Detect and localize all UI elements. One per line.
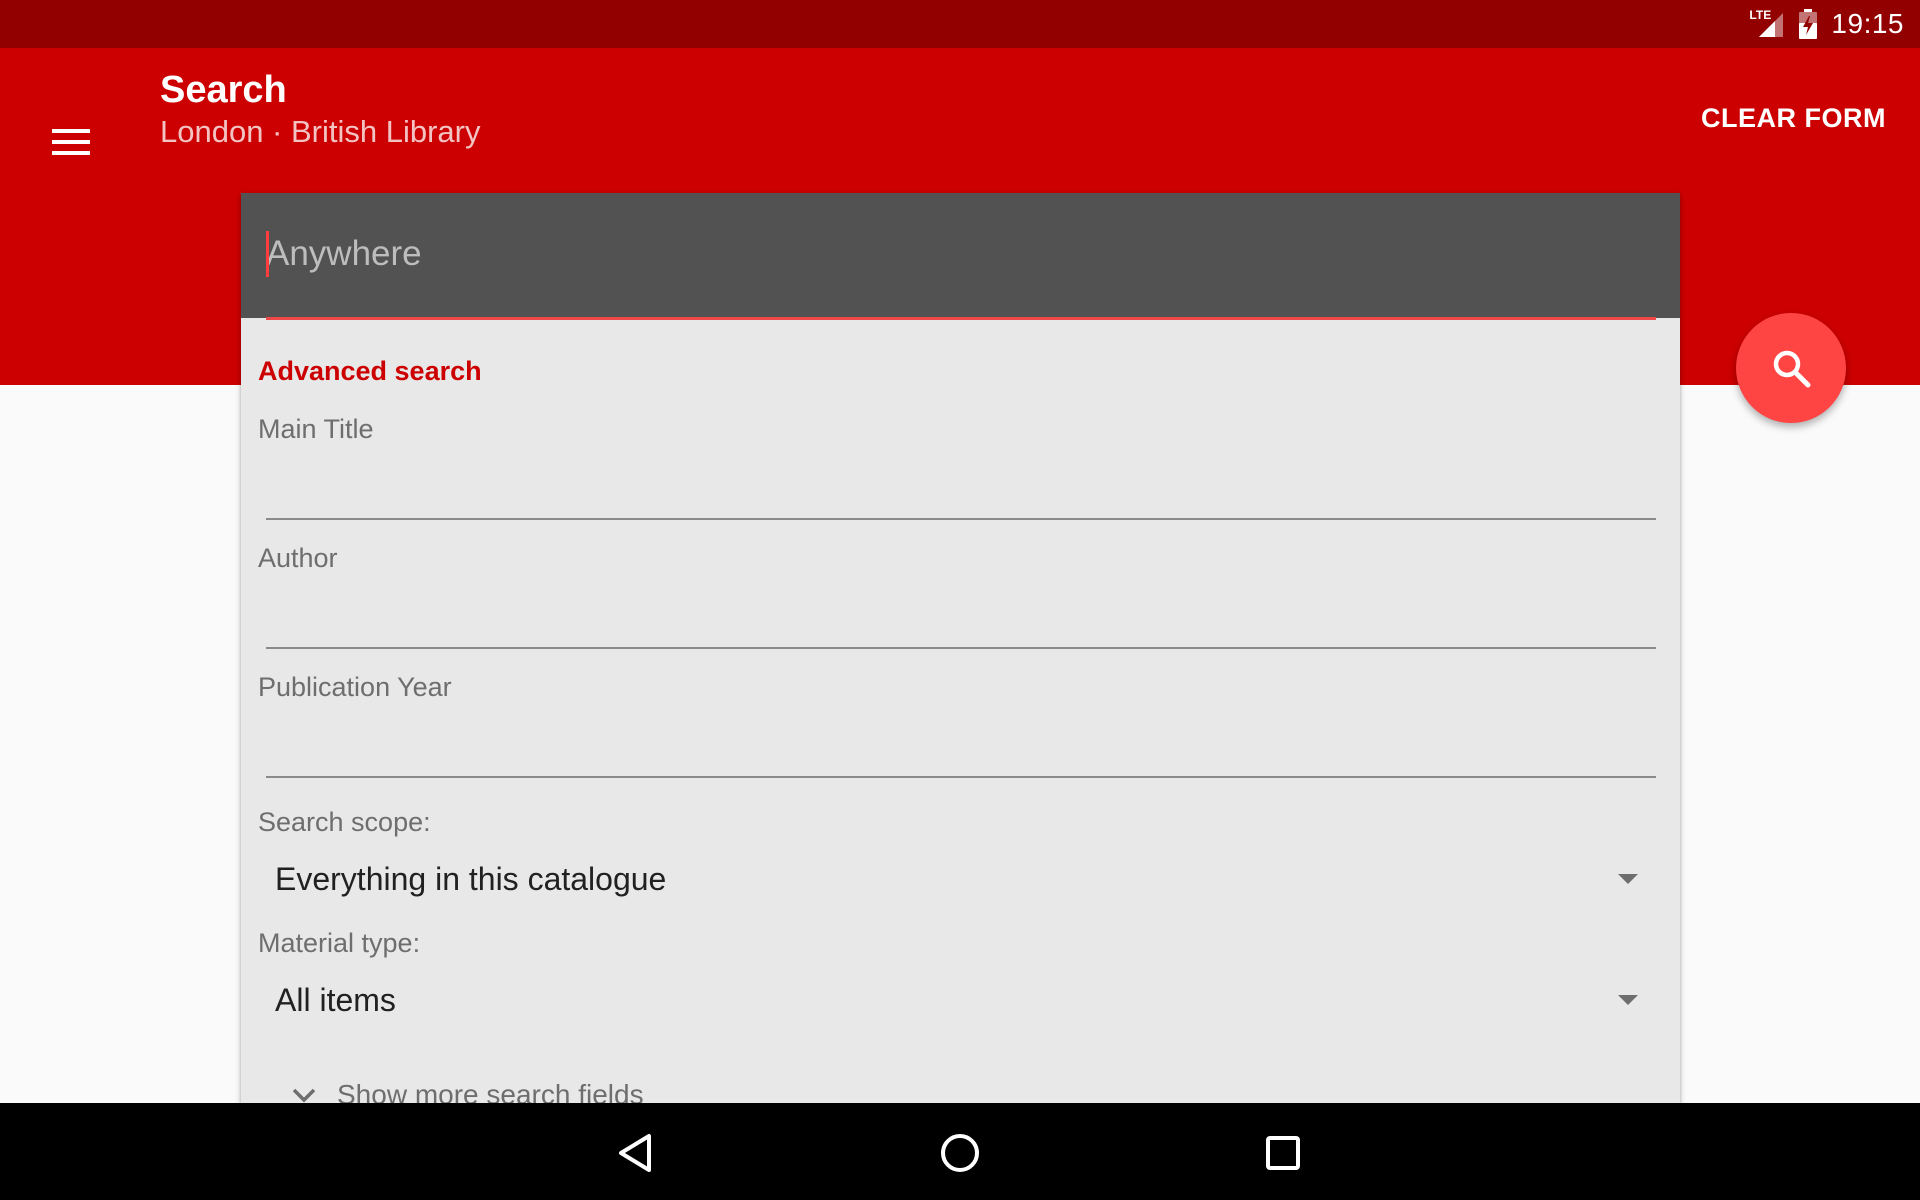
hamburger-menu-icon xyxy=(52,129,90,155)
main-title-underline xyxy=(266,518,1656,520)
anywhere-underline xyxy=(266,317,1656,320)
author-input[interactable] xyxy=(266,587,1656,627)
back-icon xyxy=(619,1134,651,1172)
battery-charging-icon xyxy=(1799,9,1818,39)
app-screen: LTE 19:15 Search London · British Librar… xyxy=(0,0,1920,1200)
main-title-input[interactable] xyxy=(266,458,1656,498)
author-label: Author xyxy=(258,543,338,573)
advanced-search-heading: Advanced search xyxy=(258,356,482,386)
clock: 19:15 xyxy=(1831,8,1904,39)
search-fab[interactable] xyxy=(1736,313,1846,423)
material-type-value: All items xyxy=(275,982,396,1018)
menu-button[interactable] xyxy=(40,110,104,174)
main-title-label: Main Title xyxy=(258,414,374,444)
dropdown-arrow-icon xyxy=(1618,995,1638,1005)
text-cursor xyxy=(266,231,269,277)
publication-year-label: Publication Year xyxy=(258,672,452,702)
search-scope-dropdown[interactable]: Everything in this catalogue xyxy=(258,851,1638,907)
search-scope-label: Search scope: xyxy=(258,807,431,837)
show-more-fields-button[interactable]: Show more search fields xyxy=(291,1073,644,1103)
publication-year-underline xyxy=(266,776,1656,778)
anywhere-field xyxy=(266,228,1656,320)
dropdown-arrow-icon xyxy=(1618,874,1638,884)
system-nav-bar xyxy=(0,1103,1920,1200)
lte-signal-icon: LTE xyxy=(1749,9,1785,39)
chevron-down-icon xyxy=(292,1088,316,1103)
status-icons: LTE 19:15 xyxy=(1749,0,1904,48)
material-type-dropdown[interactable]: All items xyxy=(258,972,1638,1028)
anywhere-search-box xyxy=(241,193,1680,320)
material-type-label: Material type: xyxy=(258,928,421,958)
anywhere-input[interactable] xyxy=(266,228,1656,280)
recents-icon xyxy=(1266,1136,1300,1170)
publication-year-input[interactable] xyxy=(266,716,1656,756)
page-title: Search xyxy=(160,69,287,111)
show-more-fields-label: Show more search fields xyxy=(337,1079,644,1103)
search-scope-value: Everything in this catalogue xyxy=(275,861,667,897)
home-icon xyxy=(941,1134,979,1172)
back-button[interactable] xyxy=(603,1121,667,1185)
home-button[interactable] xyxy=(928,1121,992,1185)
status-bar: LTE 19:15 xyxy=(0,0,1920,48)
search-form-card: Advanced search Main Title Author Public… xyxy=(241,193,1680,1103)
page-subtitle: London · British Library xyxy=(160,114,481,149)
recents-button[interactable] xyxy=(1251,1121,1315,1185)
search-icon xyxy=(1773,350,1811,388)
clear-form-button[interactable]: CLEAR FORM xyxy=(1697,92,1890,144)
author-underline xyxy=(266,647,1656,649)
